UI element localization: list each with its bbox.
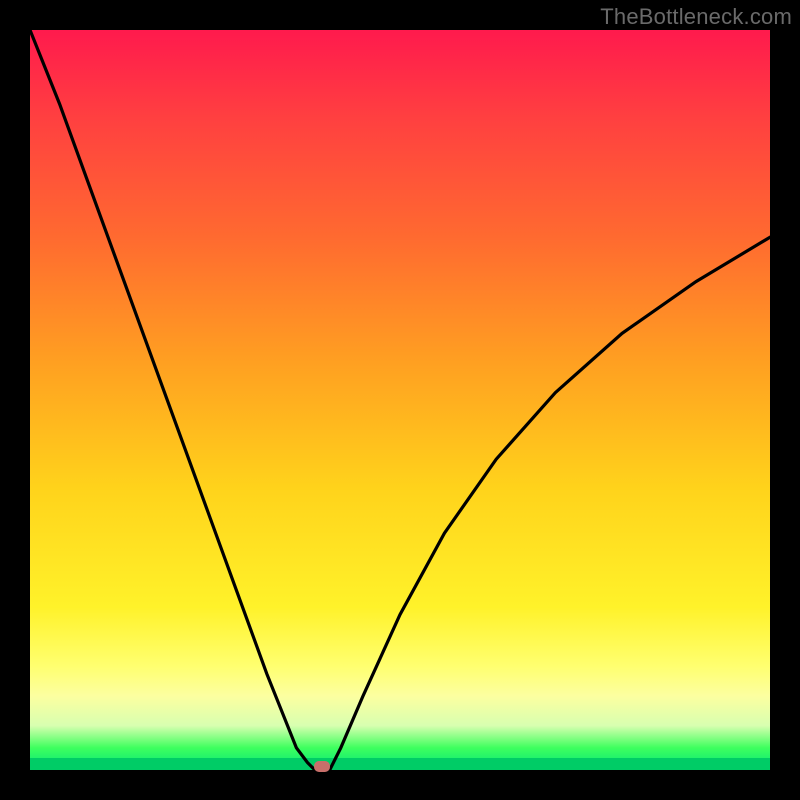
curve-right-branch (330, 237, 770, 770)
optimal-point-marker (314, 761, 330, 772)
bottleneck-curve (30, 30, 770, 770)
chart-frame: TheBottleneck.com (0, 0, 800, 800)
curve-left-branch (30, 30, 315, 770)
watermark-text: TheBottleneck.com (600, 4, 792, 30)
plot-area (30, 30, 770, 770)
